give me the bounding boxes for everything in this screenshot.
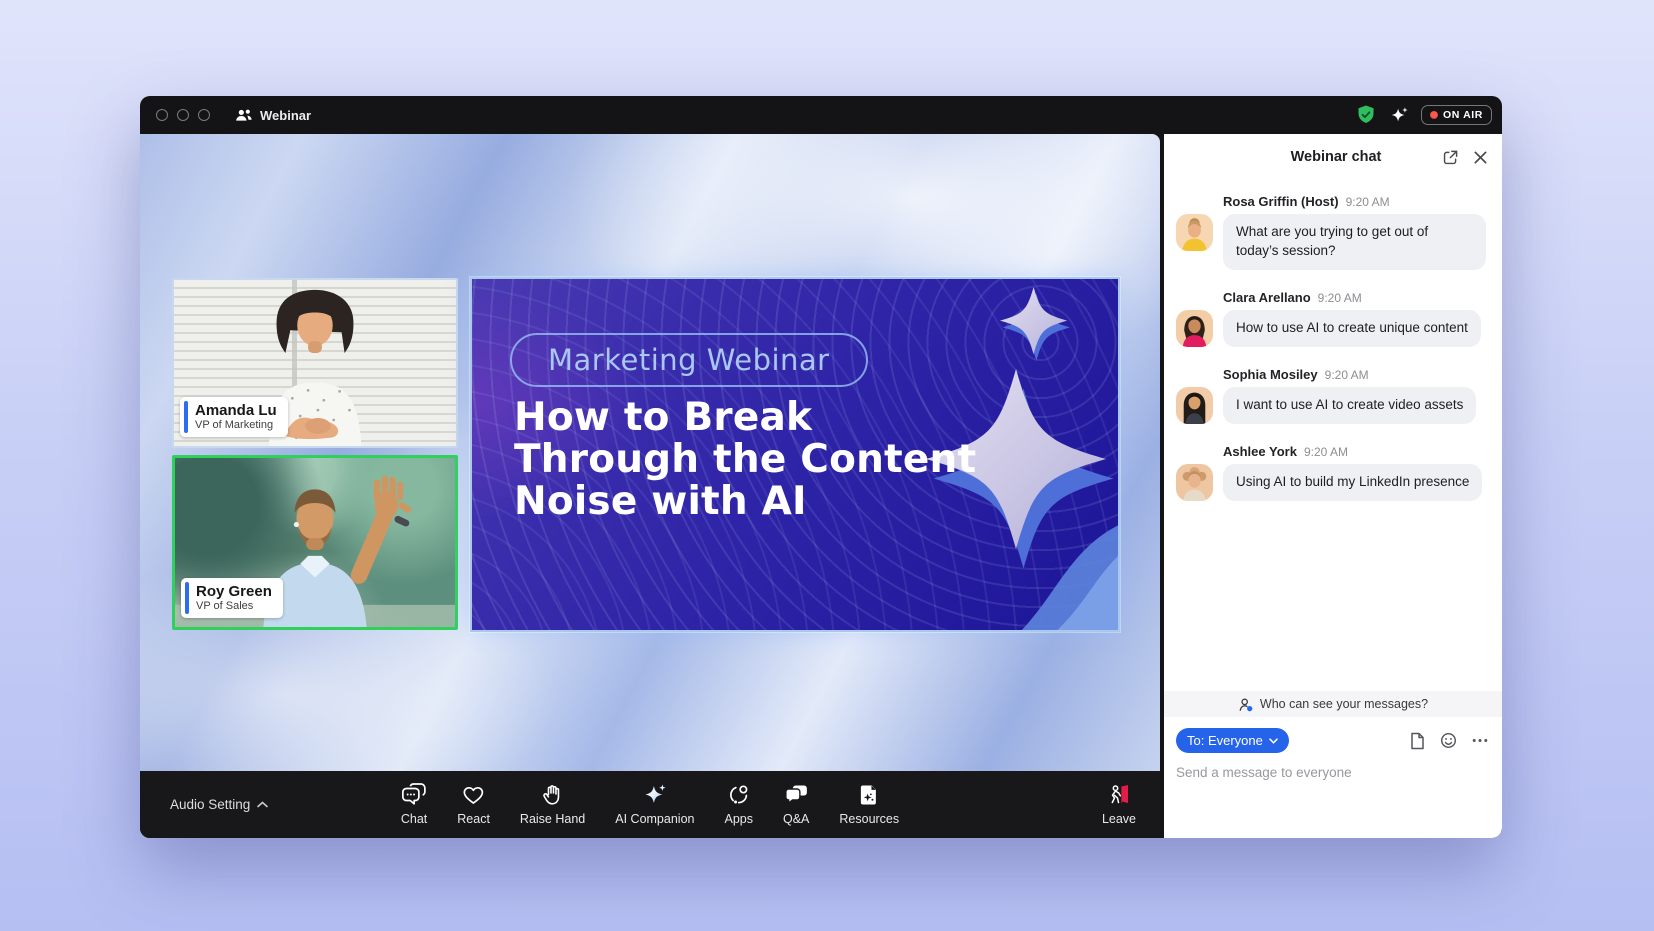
chat-composer: To: Everyone [1164, 717, 1502, 838]
avatar-clara [1176, 310, 1213, 347]
chat-message-list: Rosa Griffin (Host) 9:20 AM What are you … [1164, 180, 1502, 691]
participants-icon [234, 107, 253, 123]
message-bubble: I want to use AI to create video assets [1223, 387, 1476, 424]
window-zoom-button[interactable] [198, 109, 210, 121]
to-everyone-dropdown[interactable]: To: Everyone [1176, 728, 1289, 753]
chat-title: Webinar chat [1178, 149, 1442, 165]
message-bubble: How to use AI to create unique content [1223, 310, 1481, 347]
qa-button[interactable]: Q&A [783, 783, 809, 826]
chat-message: Sophia Mosiley 9:20 AM I want to use AI t… [1176, 367, 1486, 424]
message-time: 9:20 AM [1304, 445, 1348, 459]
message-input[interactable] [1176, 765, 1488, 780]
avatar-ashlee [1176, 464, 1213, 501]
popout-icon[interactable] [1442, 149, 1459, 166]
message-bubble: Using AI to build my LinkedIn presence [1223, 464, 1482, 501]
video-tile-amanda[interactable]: Amanda Lu VP of Marketing [172, 278, 458, 448]
shield-check-icon[interactable] [1355, 104, 1377, 126]
ai-companion-button[interactable]: AI Companion [615, 783, 694, 826]
record-dot-icon [1430, 111, 1438, 119]
on-air-badge: ON AIR [1421, 105, 1492, 125]
chat-header: Webinar chat [1164, 134, 1502, 180]
nametag-amanda: Amanda Lu VP of Marketing [180, 397, 288, 437]
message-time: 9:20 AM [1325, 368, 1369, 382]
titlebar: Webinar ON AIR [140, 96, 1502, 134]
chat-message: Clara Arellano 9:20 AM How to use AI to c… [1176, 290, 1486, 347]
speaker-role: VP of Marketing [195, 419, 277, 432]
message-bubble: What are you trying to get out of today’… [1223, 214, 1486, 270]
window-title-group: Webinar [234, 107, 311, 123]
chevron-up-icon [257, 801, 268, 808]
on-air-label: ON AIR [1443, 109, 1483, 121]
window-close-button[interactable] [156, 109, 168, 121]
audio-setting-button[interactable]: Audio Setting [170, 797, 268, 812]
window-minimize-button[interactable] [177, 109, 189, 121]
privacy-person-icon [1238, 697, 1254, 712]
message-time: 9:20 AM [1318, 291, 1362, 305]
avatar-rosa [1176, 214, 1213, 251]
message-author: Sophia Mosiley [1223, 367, 1318, 382]
shared-slide: Marketing Webinar How to Break Through t… [470, 277, 1120, 632]
message-time: 9:20 AM [1346, 195, 1390, 209]
speaker-role: VP of Sales [196, 600, 272, 613]
raise-hand-button[interactable]: Raise Hand [520, 783, 585, 826]
sparkle-icon[interactable] [1389, 105, 1409, 125]
slide-badge: Marketing Webinar [510, 333, 868, 387]
raise-hand-icon [541, 783, 565, 807]
message-author: Ashlee York [1223, 444, 1297, 459]
chat-message: Rosa Griffin (Host) 9:20 AM What are you … [1176, 194, 1486, 270]
video-stage: Amanda Lu VP of Marketing [140, 134, 1164, 838]
qa-icon [784, 783, 809, 807]
chat-panel: Webinar chat Rosa Griffin (Host)9:20 A [1164, 134, 1502, 838]
audio-setting-label: Audio Setting [170, 797, 250, 812]
emoji-icon[interactable] [1440, 732, 1457, 749]
slide-title: How to Break Through the Content Noise w… [514, 397, 976, 523]
ai-companion-icon [642, 783, 668, 807]
avatar-sophia [1176, 387, 1213, 424]
chevron-down-icon [1269, 738, 1278, 744]
apps-button[interactable]: Apps [724, 783, 753, 826]
video-tile-roy[interactable]: Roy Green VP of Sales [172, 455, 458, 630]
more-options-icon[interactable] [1472, 738, 1488, 743]
resources-button[interactable]: Resources [839, 783, 899, 826]
apps-icon [726, 783, 751, 807]
chat-button[interactable]: Chat [401, 783, 427, 826]
message-author: Rosa Griffin (Host) [1223, 194, 1339, 209]
window-controls [156, 109, 210, 121]
message-author: Clara Arellano [1223, 290, 1311, 305]
leave-button[interactable]: Leave [1102, 783, 1136, 826]
heart-icon [461, 783, 486, 807]
resources-icon [857, 783, 881, 807]
file-icon[interactable] [1409, 732, 1425, 750]
desktop-background: Webinar ON AIR [0, 0, 1654, 931]
meeting-toolbar: Audio Setting Chat [140, 771, 1160, 838]
privacy-note[interactable]: Who can see your messages? [1164, 691, 1502, 717]
nametag-roy: Roy Green VP of Sales [181, 578, 283, 618]
close-icon[interactable] [1473, 150, 1488, 165]
speaker-name: Amanda Lu [195, 402, 277, 419]
chat-message: Ashlee York 9:20 AM Using AI to build my … [1176, 444, 1486, 501]
speaker-name: Roy Green [196, 583, 272, 600]
chat-bubble-icon [401, 783, 427, 807]
window-title: Webinar [260, 108, 311, 123]
privacy-note-text: Who can see your messages? [1260, 697, 1428, 711]
react-button[interactable]: React [457, 783, 490, 826]
leave-door-icon [1106, 783, 1132, 807]
webinar-window: Webinar ON AIR [140, 96, 1502, 838]
